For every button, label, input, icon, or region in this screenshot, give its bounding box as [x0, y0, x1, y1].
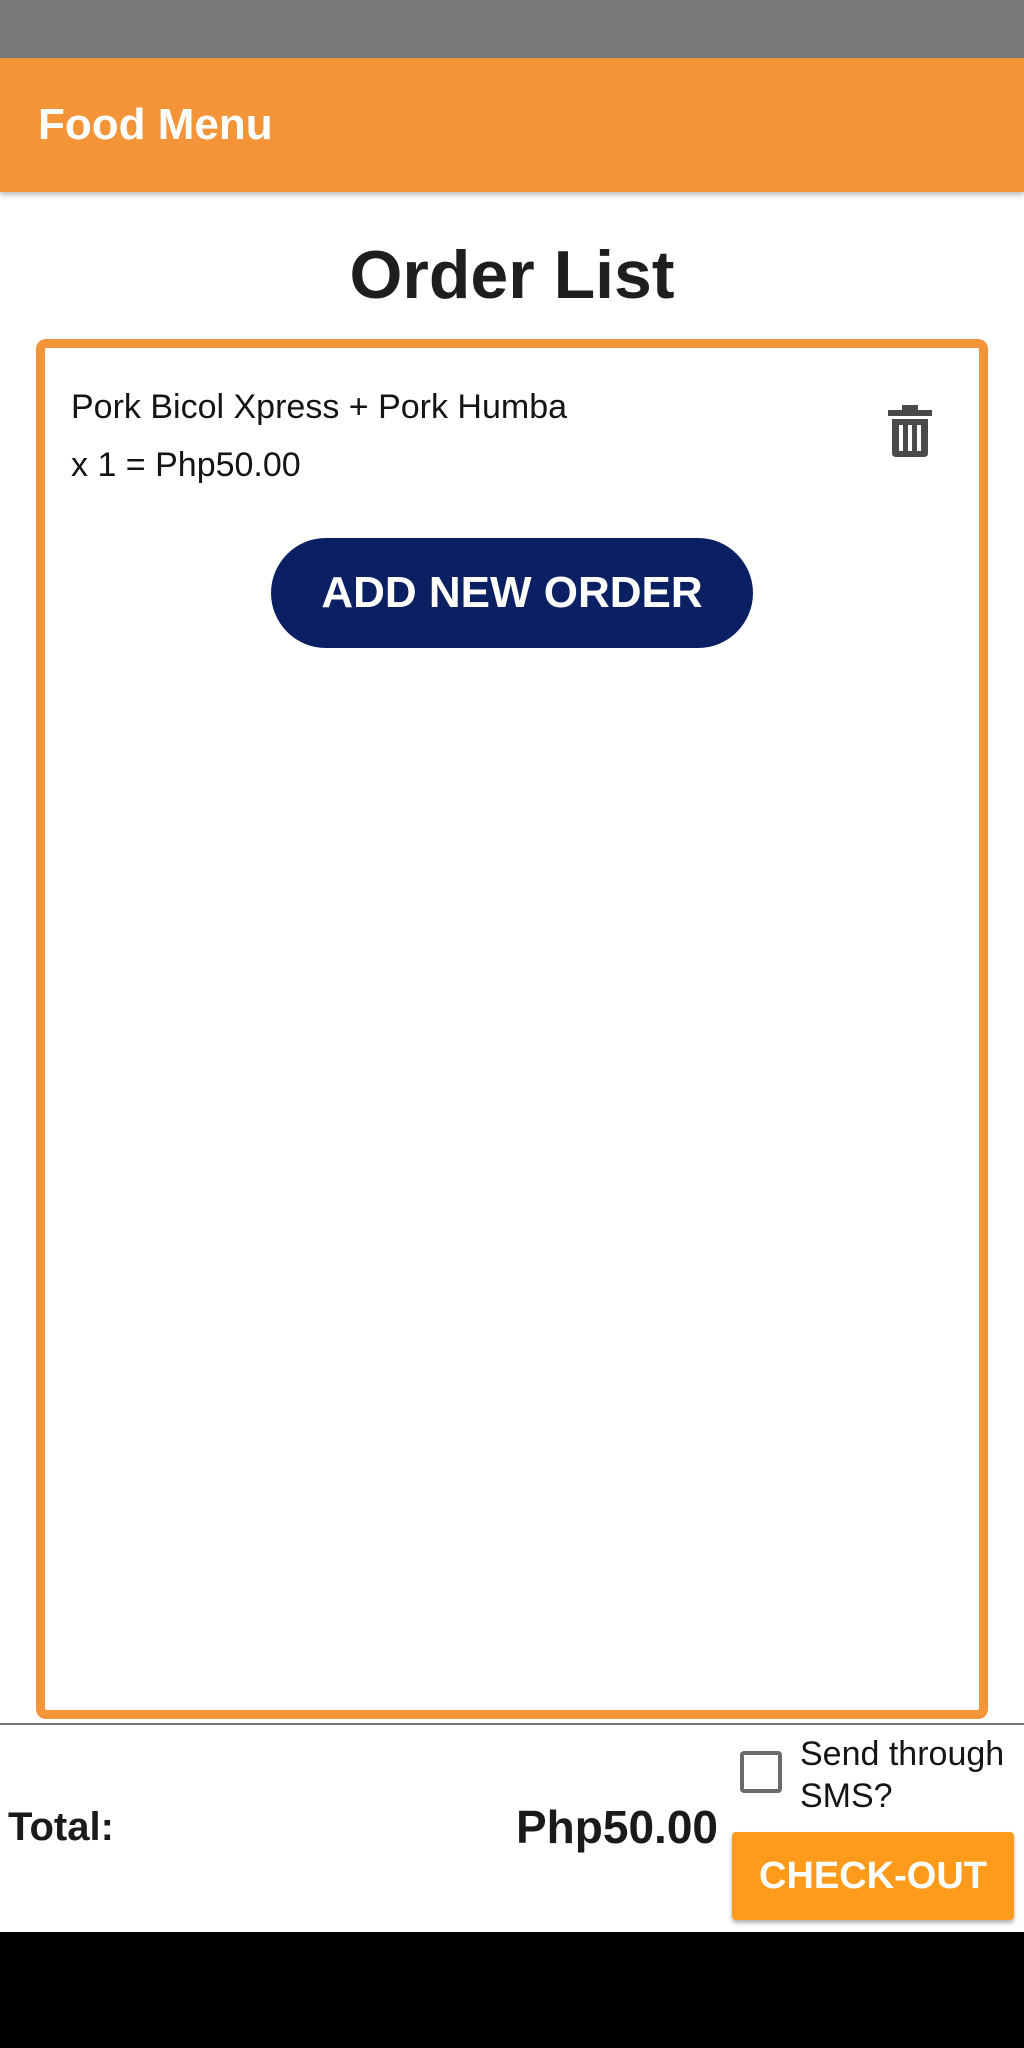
order-item-name: Pork Bicol Xpress + Pork Humba — [71, 388, 568, 426]
order-item: Pork Bicol Xpress + Pork Humba x 1 = Php… — [71, 378, 891, 494]
app-bar: Food Menu — [0, 58, 1024, 192]
delete-order-button[interactable] — [880, 398, 940, 464]
sms-checkbox[interactable] — [740, 1751, 782, 1793]
navigation-bar — [0, 1932, 1024, 2048]
checkout-button[interactable]: CHECK-OUT — [732, 1832, 1014, 1920]
total-value: Php50.00 — [516, 1801, 718, 1853]
status-bar — [0, 0, 1024, 58]
trash-icon — [888, 405, 932, 457]
page-title: Order List — [349, 237, 675, 313]
add-new-order-button[interactable]: ADD NEW ORDER — [271, 538, 753, 648]
checkout-bar: Total: Php50.00 Send through SMS? CHECK-… — [0, 1725, 1024, 1932]
total-label: Total: — [8, 1805, 114, 1849]
app-title: Food Menu — [38, 100, 273, 149]
order-list-panel: Pork Bicol Xpress + Pork Humba x 1 = Php… — [36, 339, 988, 1719]
order-item-detail: x 1 = Php50.00 — [71, 446, 301, 484]
sms-checkbox-label[interactable]: Send through SMS? — [800, 1733, 1020, 1817]
